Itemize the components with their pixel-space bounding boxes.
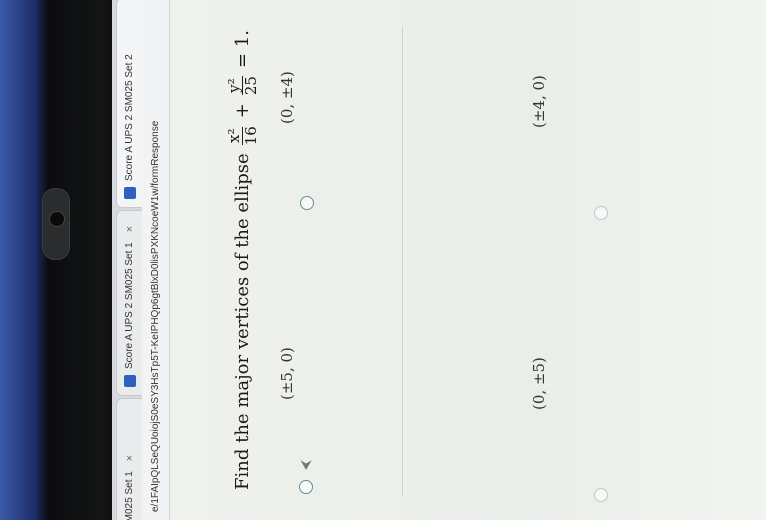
y-denominator: 25 [242, 76, 260, 96]
webcam-cover [42, 188, 70, 260]
option-d[interactable]: (±4, 0) [530, 75, 548, 128]
divider [402, 26, 403, 496]
screen: SM025 Set 1 × Score A UPS 2 SM025 Set 1 … [112, 0, 766, 520]
forms-icon [123, 187, 136, 199]
option-c-label: (0, ±5) [530, 357, 548, 410]
radio-a-row[interactable]: ⮜ [298, 460, 314, 494]
question: Find the major vertices of the ellipse x… [225, 30, 260, 490]
radio-button[interactable] [594, 488, 608, 502]
radio-c-row[interactable] [594, 488, 608, 502]
form-content: Find the major vertices of the ellipse x… [170, 0, 766, 520]
option-b[interactable]: (0, ±4) [278, 71, 296, 124]
x-denominator: 16 [242, 126, 260, 146]
option-c[interactable]: (0, ±5) [530, 357, 548, 410]
radio-button[interactable] [299, 480, 313, 494]
y-numerator: y² [225, 76, 243, 95]
question-text: Find the major vertices of the ellipse [232, 153, 253, 490]
option-a[interactable]: (±5, 0) [278, 347, 296, 400]
radio-button[interactable] [594, 206, 608, 220]
radio-d-row[interactable] [594, 206, 608, 220]
webcam-lens [49, 211, 65, 227]
laptop-bezel [0, 0, 112, 520]
option-b-label: (0, ±4) [278, 71, 296, 124]
tab-sm025-set1[interactable]: SM025 Set 1 × [116, 398, 142, 520]
radio-button[interactable] [300, 196, 314, 210]
equation-rhs: = 1. [232, 30, 253, 69]
tab-label: Score A UPS 2 SM025 Set 2 [124, 54, 135, 181]
radio-b-row[interactable] [300, 196, 314, 210]
option-d-label: (±4, 0) [530, 75, 548, 128]
tab-label: Score A UPS 2 SM025 Set 1 [124, 242, 135, 369]
tab-score-set1[interactable]: Score A UPS 2 SM025 Set 1 × [116, 210, 142, 396]
close-icon[interactable]: × [124, 226, 136, 232]
url-text: e/1FAIpQLSeQUoiojS0eSY3HsTp5T-KeIPHQp6gt… [150, 120, 161, 512]
address-bar[interactable]: e/1FAIpQLSeQUoiojS0eSY3HsTp5T-KeIPHQp6gt… [142, 0, 170, 520]
mouse-cursor-icon: ⮜ [298, 460, 314, 470]
x-fraction: x² 16 [225, 126, 260, 146]
tab-score-set2[interactable]: Score A UPS 2 SM025 Set 2 [116, 0, 142, 208]
plus-sign: + [232, 103, 253, 119]
close-icon[interactable]: × [124, 455, 136, 461]
tab-label: SM025 Set 1 [124, 471, 135, 520]
x-numerator: x² [225, 126, 243, 145]
tab-bar: SM025 Set 1 × Score A UPS 2 SM025 Set 1 … [112, 0, 143, 520]
forms-icon [123, 375, 136, 387]
y-fraction: y² 25 [225, 76, 260, 96]
option-a-label: (±5, 0) [278, 347, 296, 400]
